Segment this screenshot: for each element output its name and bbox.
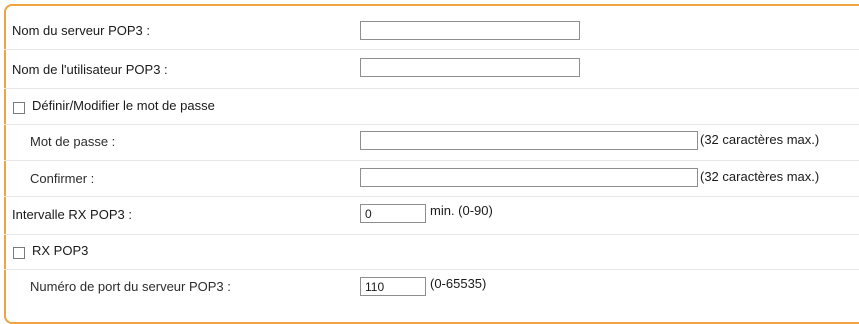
set-password-label: Définir/Modifier le mot de passe <box>32 98 215 113</box>
confirm-row: Confirmer : (32 caractères max.) <box>0 165 859 193</box>
pop3-port-row: Numéro de port du serveur POP3 : (0-6553… <box>0 273 859 301</box>
confirm-label: Confirmer : <box>30 171 95 186</box>
rx-pop3-label: RX POP3 <box>32 243 89 258</box>
row-divider <box>4 196 859 197</box>
pop3-user-label: Nom de l'utilisateur POP3 : <box>12 62 168 77</box>
password-label: Mot de passe : <box>30 134 116 149</box>
row-divider <box>4 234 859 235</box>
pop3-server-label: Nom du serveur POP3 : <box>12 23 150 38</box>
row-divider <box>4 49 859 50</box>
row-divider <box>4 269 859 270</box>
pop3-user-row: Nom de l'utilisateur POP3 : <box>0 57 859 85</box>
pop3-port-hint: (0-65535) <box>430 276 487 291</box>
password-row: Mot de passe : (32 caractères max.) <box>0 128 859 156</box>
pop3-user-input[interactable] <box>360 58 580 77</box>
set-password-row: Définir/Modifier le mot de passe <box>0 94 859 122</box>
rx-pop3-checkbox[interactable] <box>13 247 25 259</box>
pop3-port-label: Numéro de port du serveur POP3 : <box>30 279 231 294</box>
pop3-server-input[interactable] <box>360 21 580 40</box>
row-divider <box>4 124 859 125</box>
pop3-port-input[interactable] <box>360 277 426 296</box>
row-divider <box>4 88 859 89</box>
rx-interval-input[interactable] <box>360 204 426 223</box>
rx-interval-hint: min. (0-90) <box>430 203 493 218</box>
row-divider <box>4 160 859 161</box>
confirm-hint: (32 caractères max.) <box>700 169 820 184</box>
rx-interval-row: Intervalle RX POP3 : min. (0-90) <box>0 200 859 228</box>
pop3-server-row: Nom du serveur POP3 : <box>0 18 859 46</box>
confirm-input[interactable] <box>360 168 698 187</box>
password-input[interactable] <box>360 131 698 150</box>
rx-interval-label: Intervalle RX POP3 : <box>12 207 132 222</box>
rx-pop3-row: RX POP3 <box>0 239 859 267</box>
password-hint: (32 caractères max.) <box>700 132 820 147</box>
set-password-checkbox[interactable] <box>13 102 25 114</box>
